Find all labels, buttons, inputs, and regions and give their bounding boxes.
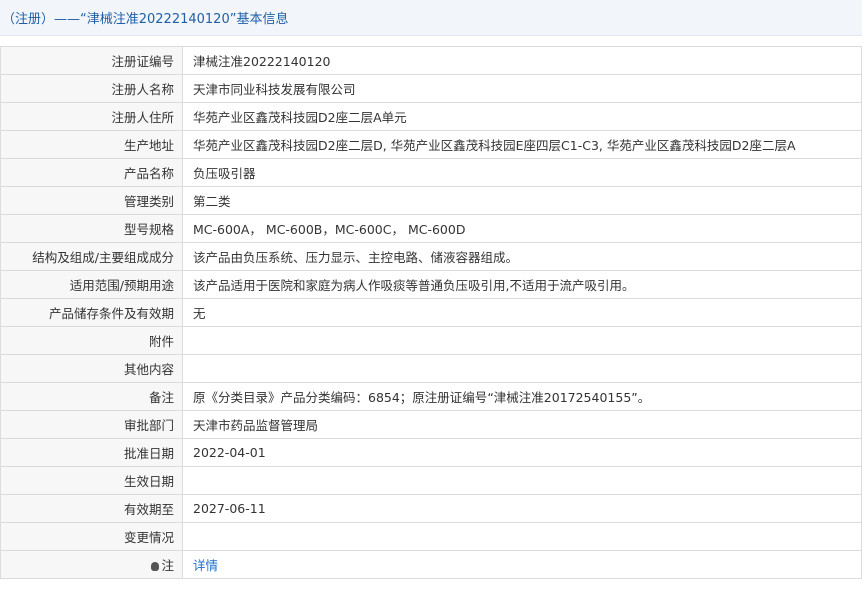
field-label: 产品储存条件及有效期 [0,298,183,327]
table-row: 批准日期 2022-04-01 [0,438,862,467]
field-label: 注册证编号 [0,46,183,75]
field-label: 产品名称 [0,158,183,187]
field-value: 该产品适用于医院和家庭为病人作吸痰等普通负压吸引用,不适用于流产吸引用。 [182,270,862,299]
table-row: 适用范围/预期用途 该产品适用于医院和家庭为病人作吸痰等普通负压吸引用,不适用于… [0,270,862,299]
field-label: 变更情况 [0,522,183,551]
field-value [182,326,862,355]
table-row: 产品储存条件及有效期 无 [0,298,862,327]
field-label: 备注 [0,382,183,411]
table-row: 注册证编号 津械注准20222140120 [0,46,862,75]
field-label: 结构及组成/主要组成成分 [0,242,183,271]
field-value: 华苑产业区鑫茂科技园D2座二层D, 华苑产业区鑫茂科技园E座四层C1-C3, 华… [182,130,862,159]
table-row: 结构及组成/主要组成成分 该产品由负压系统、压力显示、主控电路、储液容器组成。 [0,242,862,271]
field-label: 注册人名称 [0,74,183,103]
field-value: 2027-06-11 [182,494,862,523]
table-row: 备注 原《分类目录》产品分类编码：6854；原注册证编号“津械注准2017254… [0,382,862,411]
breadcrumb: （注册）——“津械注准20222140120”基本信息 [2,12,289,27]
note-value-cell: 详情 [182,550,862,579]
field-label: 附件 [0,326,183,355]
table-row: 型号规格 MC-600A， MC-600B，MC-600C， MC-600D [0,214,862,243]
field-label: 注册人住所 [0,102,183,131]
note-label-cell: 注 [0,550,183,579]
field-value [182,522,862,551]
table-row: 注册人名称 天津市同业科技发展有限公司 [0,74,862,103]
field-value: MC-600A， MC-600B，MC-600C， MC-600D [182,214,862,243]
field-value: 天津市同业科技发展有限公司 [182,74,862,103]
field-label: 批准日期 [0,438,183,467]
table-row: 管理类别 第二类 [0,186,862,215]
registration-info-table: 注册证编号 津械注准20222140120 注册人名称 天津市同业科技发展有限公… [0,46,862,579]
field-value: 该产品由负压系统、压力显示、主控电路、储液容器组成。 [182,242,862,271]
field-value [182,466,862,495]
note-row: 注 详情 [0,550,862,579]
bulb-icon [151,562,160,571]
field-value: 无 [182,298,862,327]
field-label: 型号规格 [0,214,183,243]
field-value: 第二类 [182,186,862,215]
table-row: 其他内容 [0,354,862,383]
field-value [182,354,862,383]
table-row: 附件 [0,326,862,355]
field-value: 原《分类目录》产品分类编码：6854；原注册证编号“津械注准2017254015… [182,382,862,411]
field-label: 适用范围/预期用途 [0,270,183,299]
page-header: （注册）——“津械注准20222140120”基本信息 [0,0,862,36]
table-row: 审批部门 天津市药品监督管理局 [0,410,862,439]
field-label: 审批部门 [0,410,183,439]
field-value: 负压吸引器 [182,158,862,187]
field-label: 有效期至 [0,494,183,523]
table-row: 生产地址 华苑产业区鑫茂科技园D2座二层D, 华苑产业区鑫茂科技园E座四层C1-… [0,130,862,159]
field-value: 天津市药品监督管理局 [182,410,862,439]
field-label: 生产地址 [0,130,183,159]
table-row: 生效日期 [0,466,862,495]
table-row: 产品名称 负压吸引器 [0,158,862,187]
table-row: 注册人住所 华苑产业区鑫茂科技园D2座二层A单元 [0,102,862,131]
field-value: 津械注准20222140120 [182,46,862,75]
field-value: 2022-04-01 [182,438,862,467]
field-label: 生效日期 [0,466,183,495]
note-label: 注 [161,558,174,573]
table-row: 变更情况 [0,522,862,551]
table-row: 有效期至 2027-06-11 [0,494,862,523]
field-value: 华苑产业区鑫茂科技园D2座二层A单元 [182,102,862,131]
field-label: 其他内容 [0,354,183,383]
details-link[interactable]: 详情 [193,558,218,573]
field-label: 管理类别 [0,186,183,215]
